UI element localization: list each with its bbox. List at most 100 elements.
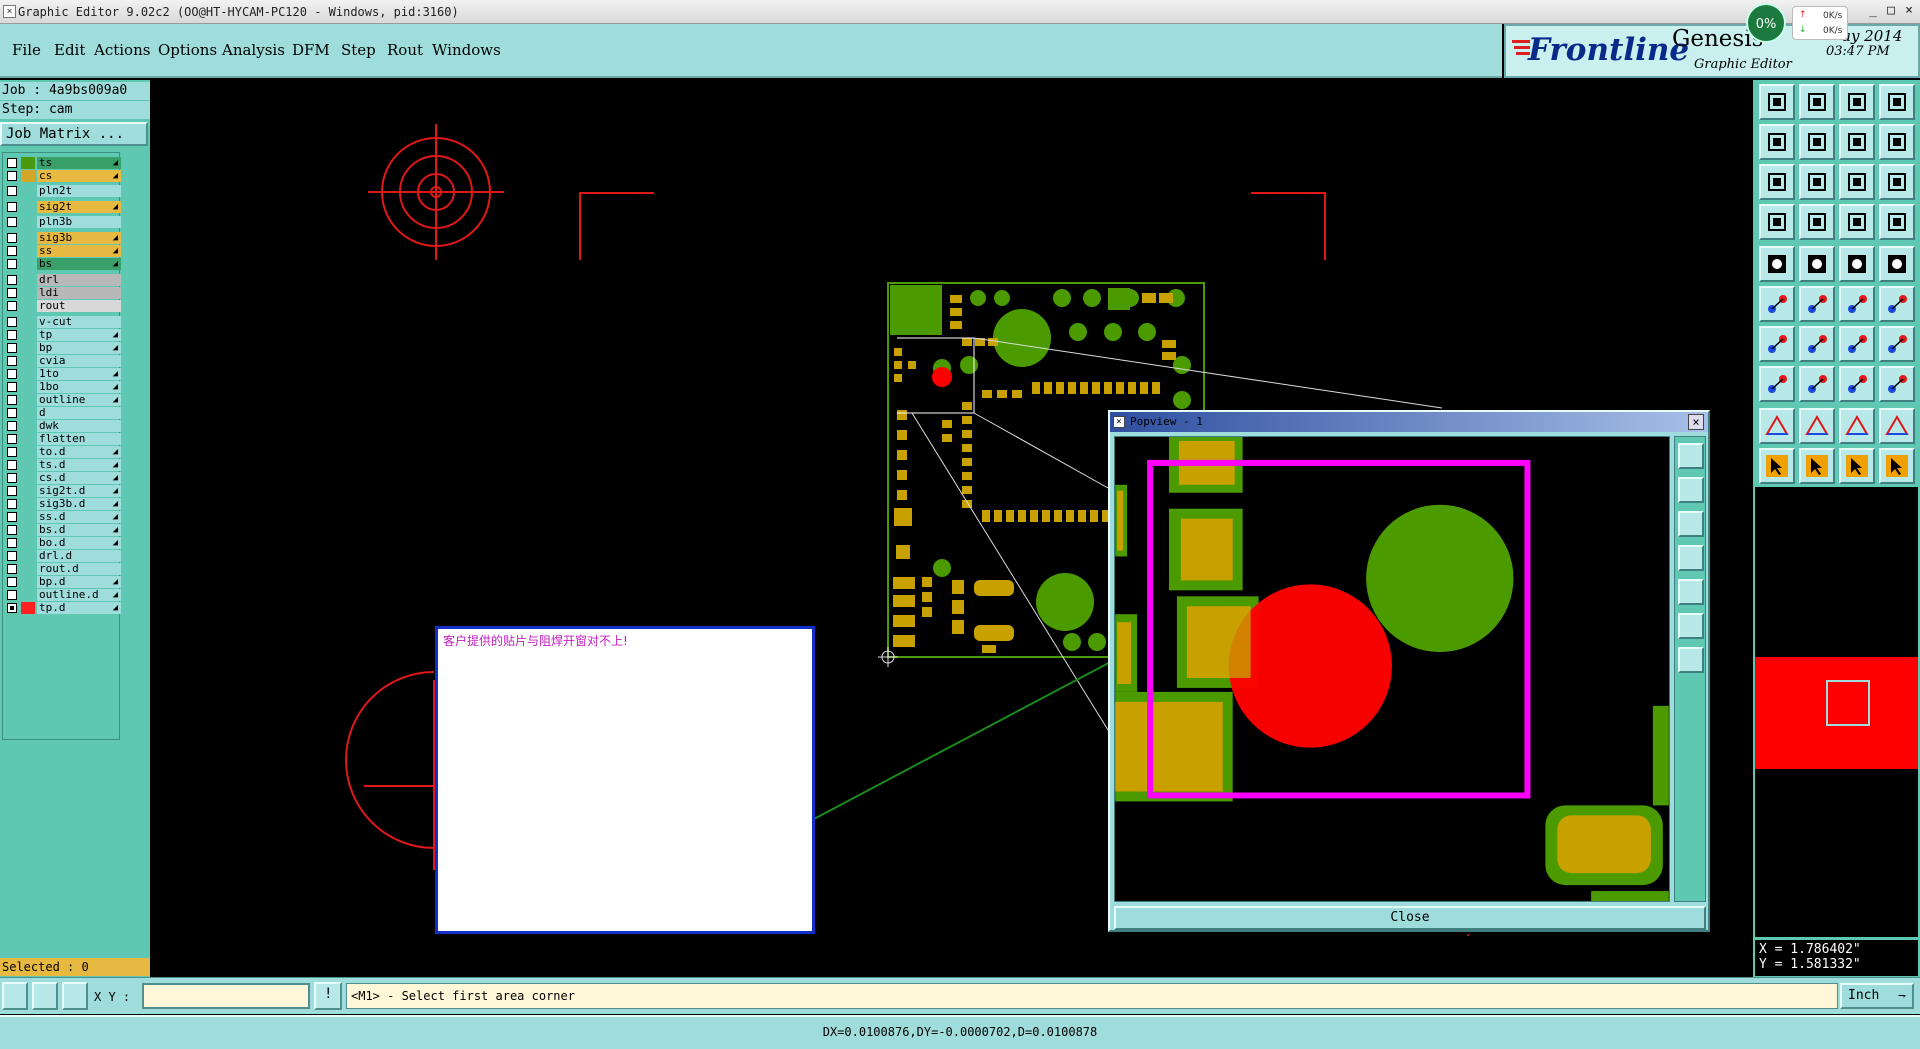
align-icon[interactable]	[1839, 366, 1875, 402]
layer-checkbox[interactable]	[7, 171, 17, 181]
layer-name[interactable]: cs ◢	[37, 170, 121, 182]
menu-windows[interactable]: Windows	[432, 41, 501, 59]
layer-name[interactable]: ss ◢	[37, 245, 121, 257]
layer-row-pln2t[interactable]: pln2t	[3, 184, 121, 198]
scale-1to2-icon[interactable]	[1839, 164, 1875, 200]
layer-checkbox[interactable]	[7, 202, 17, 212]
copy-icon[interactable]	[1879, 286, 1915, 322]
layer-checkbox[interactable]	[7, 301, 17, 311]
layer-checkbox[interactable]	[7, 158, 17, 168]
popview-zoom-home-icon[interactable]	[1678, 443, 1704, 469]
layer-name[interactable]: pln3b	[37, 216, 121, 228]
layer-name[interactable]: sig3b ◢	[37, 232, 121, 244]
layer-row-v-cut[interactable]: v-cut	[3, 315, 121, 329]
layer-checkbox[interactable]	[7, 343, 17, 353]
layer-row-ts-d[interactable]: ts.d ◢	[3, 458, 121, 472]
layer-checkbox[interactable]	[7, 499, 17, 509]
layer-row-sig3b-d[interactable]: sig3b.d ◢	[3, 497, 121, 511]
popview-pan-up-icon[interactable]	[1678, 477, 1704, 503]
layer-name[interactable]: cs.d ◢	[37, 472, 121, 484]
layer-checkbox[interactable]	[7, 460, 17, 470]
layer-row-bp[interactable]: bp ◢	[3, 341, 121, 355]
slope-icon[interactable]	[1759, 326, 1795, 362]
triangle-a-icon[interactable]	[1799, 408, 1835, 444]
layer-name[interactable]: d	[37, 407, 121, 419]
layer-name[interactable]: to.d ◢	[37, 446, 121, 458]
redraw-icon[interactable]	[1839, 124, 1875, 160]
cross-icon[interactable]	[1799, 286, 1835, 322]
layer-row-ss-d[interactable]: ss.d ◢	[3, 510, 121, 524]
arc-icon[interactable]	[1839, 326, 1875, 362]
layer-row-1to[interactable]: 1to ◢	[3, 367, 121, 381]
pad-icon[interactable]	[1879, 246, 1915, 282]
connect-icon[interactable]	[1759, 286, 1795, 322]
layer-checkbox[interactable]	[7, 577, 17, 587]
popview-close-button[interactable]: Close	[1114, 906, 1706, 930]
layer-row-to-d[interactable]: to.d ◢	[3, 445, 121, 459]
layer-name[interactable]: rout	[37, 300, 121, 312]
layer-name[interactable]: tp.d ◢	[37, 602, 121, 614]
line-draw-icon[interactable]	[1799, 246, 1835, 282]
add-pad-icon[interactable]	[1759, 366, 1795, 402]
layer-row-ldi[interactable]: ldi	[3, 286, 121, 300]
layer-checkbox[interactable]	[7, 564, 17, 574]
layers-icon[interactable]	[1879, 84, 1915, 120]
layer-row-bp-d[interactable]: bp.d ◢	[3, 575, 121, 589]
layer-row-sig2t-d[interactable]: sig2t.d ◢	[3, 484, 121, 498]
popview-zoom-in-icon[interactable]	[1678, 613, 1704, 639]
layer-row-rout-d[interactable]: rout.d	[3, 562, 121, 576]
info-button[interactable]: !	[314, 982, 342, 1010]
layer-checkbox[interactable]	[7, 275, 17, 285]
popview-zoom-out-icon[interactable]	[1678, 647, 1704, 673]
layer-row-ts[interactable]: ts ◢	[3, 156, 121, 170]
layer-checkbox[interactable]	[7, 408, 17, 418]
layer-name[interactable]: tp ◢	[37, 329, 121, 341]
open-step-icon[interactable]	[1759, 84, 1795, 120]
layer-name[interactable]: 1to ◢	[37, 368, 121, 380]
minimize-button[interactable]: _	[1864, 3, 1882, 21]
triangle-c-icon[interactable]	[1879, 408, 1915, 444]
layer-row-tp-d[interactable]: tp.d ◢	[3, 601, 121, 615]
layer-name[interactable]: drl.d	[37, 550, 121, 562]
layer-checkbox[interactable]	[7, 603, 17, 613]
overview-map[interactable]	[1755, 487, 1918, 937]
layer-checkbox[interactable]	[7, 512, 17, 522]
popview-close-x-button[interactable]: ×	[1688, 414, 1704, 430]
layer-name[interactable]: cvia	[37, 355, 121, 367]
layer-checkbox[interactable]	[7, 486, 17, 496]
grid-mode-icon[interactable]	[62, 982, 88, 1010]
pointer-icon[interactable]	[1759, 448, 1795, 484]
layer-checkbox[interactable]	[7, 259, 17, 269]
layer-checkbox[interactable]	[7, 330, 17, 340]
menu-step[interactable]: Step	[341, 41, 376, 59]
menu-actions[interactable]: Actions	[94, 41, 150, 59]
popview-pan-right-icon[interactable]	[1678, 579, 1704, 605]
zoom-next-icon[interactable]	[1799, 124, 1835, 160]
select-feature-icon[interactable]	[1759, 246, 1795, 282]
layer-row-sig3b[interactable]: sig3b ◢	[3, 231, 121, 245]
layer-name[interactable]: rout.d	[37, 563, 121, 575]
pointer-measure-icon[interactable]	[1879, 448, 1915, 484]
line-icon[interactable]	[1799, 366, 1835, 402]
layer-checkbox[interactable]	[7, 473, 17, 483]
edit-line-icon[interactable]	[1799, 326, 1835, 362]
layer-name[interactable]: ss.d ◢	[37, 511, 121, 523]
pointer-circle-icon[interactable]	[1839, 448, 1875, 484]
layer-name[interactable]: sig2t ◢	[37, 201, 121, 213]
layer-checkbox[interactable]	[7, 356, 17, 366]
layer-name[interactable]: bs ◢	[37, 258, 121, 270]
xy-input[interactable]	[142, 983, 310, 1009]
group-icon[interactable]	[1879, 366, 1915, 402]
layer-checkbox[interactable]	[7, 288, 17, 298]
layer-checkbox[interactable]	[7, 317, 17, 327]
layer-name[interactable]: bo.d ◢	[37, 537, 121, 549]
layer-name[interactable]: bs.d ◢	[37, 524, 121, 536]
layer-row-ss[interactable]: ss ◢	[3, 244, 121, 258]
layer-row-dwk[interactable]: dwk	[3, 419, 121, 433]
menu-analysis[interactable]: Analysis	[222, 41, 285, 59]
layer-row-flatten[interactable]: flatten	[3, 432, 121, 446]
layer-checkbox[interactable]	[7, 233, 17, 243]
menu-file[interactable]: File	[12, 41, 41, 59]
menu-rout[interactable]: Rout	[387, 41, 423, 59]
snap-mode-icon[interactable]	[2, 982, 28, 1010]
